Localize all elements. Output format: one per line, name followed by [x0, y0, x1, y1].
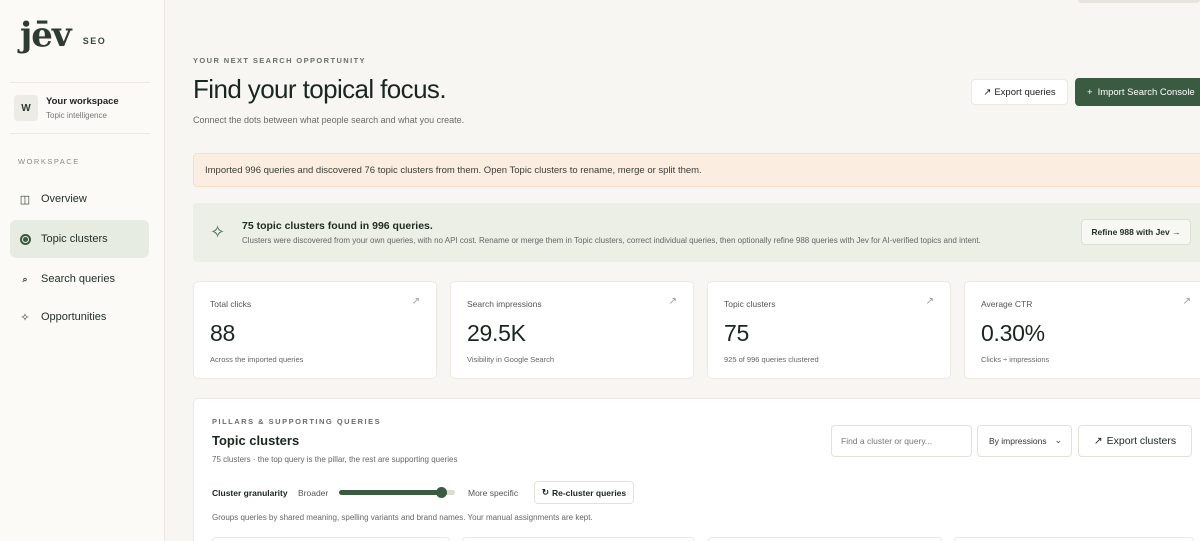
stat-card-topic-clusters[interactable]: Topic clusters ↗ 75 925 of 996 queries c…	[707, 281, 951, 379]
export-queries-button[interactable]: ↗ Export queries	[971, 79, 1068, 105]
stat-label: Topic clusters	[724, 299, 776, 309]
arrow-up-right-icon: ↗	[983, 86, 992, 98]
page-eyebrow: YOUR NEXT SEARCH OPPORTUNITY	[193, 56, 366, 65]
button-label: Export queries	[994, 86, 1056, 98]
stat-card-average-ctr[interactable]: Average CTR ↗ 0.30% Clicks ÷ impressions	[964, 281, 1200, 379]
cluster-card[interactable]	[954, 537, 1194, 541]
sidebar-item-overview[interactable]: ◫ Overview	[10, 180, 149, 218]
granularity-note: Groups queries by shared meaning, spelli…	[212, 513, 593, 522]
chevron-down-icon: ⌄	[1054, 435, 1062, 445]
page-subtitle: Connect the dots between what people sea…	[193, 115, 465, 125]
discovery-banner: ✧ 75 topic clusters found in 996 queries…	[193, 203, 1200, 262]
sidebar: jēv SEO W Your workspace Topic intellige…	[0, 0, 165, 541]
page-title: Find your topical focus.	[193, 74, 447, 104]
workspace-subtitle: Topic intelligence	[46, 111, 107, 120]
stat-label: Total clicks	[210, 299, 252, 309]
arrow-up-right-icon: ↗	[668, 296, 677, 307]
import-notice: Imported 996 queries and discovered 76 t…	[193, 153, 1200, 187]
slider-fill	[339, 490, 442, 495]
granularity-label: Cluster granularity	[212, 488, 288, 498]
slider-thumb[interactable]	[436, 487, 448, 498]
slider-min-label: Broader	[298, 488, 329, 498]
top-bar-control[interactable]	[1078, 0, 1200, 3]
cluster-card[interactable]	[212, 537, 450, 541]
stat-value: 0.30%	[981, 320, 1045, 346]
target-icon	[18, 233, 32, 245]
workspace-switcher[interactable]: W Your workspace Topic intelligence	[14, 95, 154, 121]
stat-note: 925 of 996 queries clustered	[724, 355, 819, 364]
arrow-up-right-icon: ↗	[1093, 435, 1103, 447]
logo-suffix: SEO	[82, 36, 107, 46]
button-label: Import Search Console	[1097, 86, 1195, 98]
stat-note: Across the imported queries	[210, 355, 304, 364]
sidebar-item-label: Overview	[41, 193, 87, 205]
nav-section-label: WORKSPACE	[18, 157, 80, 166]
button-label: Export clusters	[1106, 435, 1177, 447]
cluster-search-input[interactable]: Find a cluster or query...	[831, 425, 972, 457]
sort-select[interactable]: By impressions ⌄	[977, 425, 1072, 457]
panel-subtitle: 75 clusters · the top query is the pilla…	[212, 455, 458, 464]
notice-text: Imported 996 queries and discovered 76 t…	[205, 164, 702, 176]
sidebar-item-label: Search queries	[41, 273, 115, 285]
divider	[10, 133, 150, 134]
refine-with-jev-button[interactable]: Refine 988 with Jev →	[1081, 219, 1191, 245]
stat-note: Clicks ÷ impressions	[981, 355, 1050, 364]
panel-eyebrow: PILLARS & SUPPORTING QUERIES	[212, 417, 382, 426]
granularity-slider[interactable]	[339, 487, 455, 498]
sidebar-item-label: Opportunities	[41, 311, 107, 323]
discovery-title: 75 topic clusters found in 996 queries.	[242, 220, 433, 232]
panel-title: Topic clusters	[212, 433, 300, 448]
cluster-card[interactable]	[462, 537, 695, 541]
arrow-up-right-icon: ↗	[925, 296, 934, 307]
sidebar-item-topic-clusters[interactable]: Topic clusters	[10, 220, 149, 258]
stat-card-search-impressions[interactable]: Search impressions ↗ 29.5K Visibility in…	[450, 281, 694, 379]
refresh-icon: ↻	[541, 487, 549, 497]
stat-label: Search impressions	[467, 299, 542, 309]
sparkle-icon: ✧	[210, 222, 226, 242]
arrow-up-right-icon: ↗	[411, 296, 420, 307]
sidebar-item-label: Topic clusters	[41, 233, 108, 245]
divider	[10, 82, 150, 83]
stat-value: 29.5K	[467, 320, 526, 346]
plus-icon: +	[1087, 86, 1093, 98]
cluster-card[interactable]	[708, 537, 942, 541]
arrow-up-right-icon: ↗	[1182, 296, 1191, 307]
columns-icon: ◫	[19, 193, 31, 206]
stat-value: 88	[210, 320, 235, 346]
stat-note: Visibility in Google Search	[467, 355, 554, 364]
sort-value: By impressions	[989, 436, 1047, 446]
stat-value: 75	[724, 320, 749, 346]
search-icon: ⌕	[22, 273, 28, 284]
workspace-avatar: W	[14, 95, 38, 121]
export-clusters-button[interactable]: ↗ Export clusters	[1078, 425, 1192, 457]
sparkle-icon: ✧	[20, 311, 30, 324]
logo-mark: jēv	[20, 15, 72, 55]
sidebar-item-search-queries[interactable]: ⌕ Search queries	[10, 260, 149, 298]
import-search-console-button[interactable]: + Import Search Console	[1075, 78, 1200, 106]
sidebar-item-opportunities[interactable]: ✧ Opportunities	[10, 298, 149, 336]
stat-label: Average CTR	[981, 299, 1033, 309]
brand-logo[interactable]: jēv SEO	[20, 18, 106, 52]
stat-card-total-clicks[interactable]: Total clicks ↗ 88 Across the imported qu…	[193, 281, 437, 379]
slider-max-label: More specific	[468, 488, 519, 498]
topic-clusters-panel: PILLARS & SUPPORTING QUERIES Topic clust…	[193, 398, 1200, 541]
discovery-description: Clusters were discovered from your own q…	[242, 236, 981, 245]
button-label: Re-cluster queries	[551, 487, 627, 498]
workspace-name: Your workspace	[46, 96, 119, 107]
recluster-button[interactable]: ↻ Re-cluster queries	[534, 481, 634, 504]
